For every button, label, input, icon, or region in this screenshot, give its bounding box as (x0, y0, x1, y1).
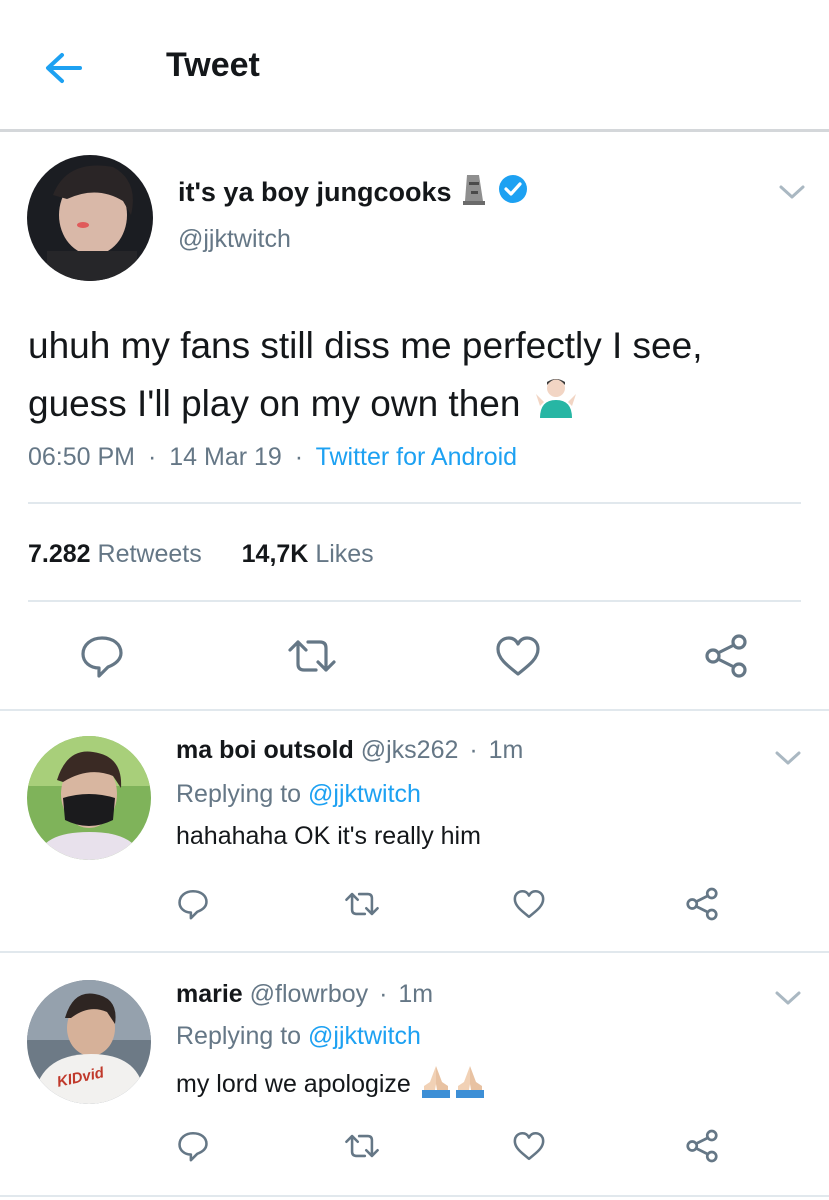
tweet-meta: 06:50 PM · 14 Mar 19 · Twitter for Andro… (28, 443, 517, 472)
reply-button[interactable] (176, 887, 210, 926)
share-icon (686, 1129, 718, 1163)
heart-icon (496, 636, 540, 676)
chevron-down-icon[interactable] (773, 988, 803, 1008)
reply-header: marie @flowrboy · 1m (176, 980, 433, 1009)
avatar[interactable] (27, 155, 153, 281)
avatar[interactable]: KIDvid (27, 980, 151, 1104)
replying-to-prefix: Replying to (176, 780, 302, 808)
retweet-button[interactable] (343, 1129, 381, 1168)
tweet-date: 14 Mar 19 (169, 443, 282, 471)
share-button[interactable] (702, 632, 750, 685)
share-button[interactable] (684, 886, 720, 927)
avatar[interactable] (27, 736, 151, 860)
replying-to: Replying to @jjktwitch (176, 1022, 421, 1051)
retweet-icon (345, 1134, 379, 1158)
chevron-down-icon[interactable] (773, 748, 803, 768)
reply-time: 1m (398, 980, 434, 1008)
tweet-text-line2: guess I'll play on my own then (28, 383, 521, 424)
likes-stat[interactable]: 14,7K Likes (242, 540, 374, 568)
like-button[interactable] (494, 632, 542, 685)
verified-badge-icon (497, 173, 529, 212)
retweets-label: Retweets (97, 540, 202, 568)
reply-button[interactable] (176, 1129, 210, 1168)
main-tweet: it's ya boy jungcooks @jjktwitch uhuh my… (0, 135, 829, 711)
arrow-left-icon (46, 53, 82, 83)
retweet-icon (345, 892, 379, 916)
replying-to: Replying to @jjktwitch (176, 780, 421, 809)
tweet-client-link[interactable]: Twitter for Android (316, 443, 517, 471)
like-button[interactable] (512, 887, 546, 926)
heart-icon (513, 889, 545, 919)
share-button[interactable] (684, 1128, 720, 1169)
tweet-time: 06:50 PM (28, 443, 136, 471)
reply-text: my lord we apologize (176, 1064, 487, 1105)
share-icon (686, 887, 718, 921)
replying-to-link[interactable]: @jjktwitch (308, 1022, 421, 1050)
retweets-stat[interactable]: 7.282 Retweets (28, 540, 202, 568)
reply-text-content: hahahaha OK it's really him (176, 822, 481, 850)
back-button[interactable] (40, 44, 88, 92)
reply-tweet[interactable]: ma boi outsold @jks262 · 1m Replying to … (0, 711, 829, 953)
retweet-icon (288, 640, 336, 672)
reply-button[interactable] (78, 632, 126, 685)
tweet-text-line1: uhuh my fans still diss me perfectly I s… (28, 325, 703, 366)
divider (28, 600, 801, 602)
reply-author-name[interactable]: marie (176, 980, 243, 1008)
reply-text-content: my lord we apologize (176, 1070, 411, 1098)
replying-to-link[interactable]: @jjktwitch (308, 780, 421, 808)
reply-author-handle[interactable]: @flowrboy (250, 980, 368, 1008)
likes-label: Likes (315, 540, 374, 568)
retweets-count: 7.282 (28, 540, 91, 568)
likes-count: 14,7K (241, 540, 309, 568)
separator: · (379, 980, 388, 1008)
reply-time: 1m (488, 736, 524, 764)
retweet-button[interactable] (286, 632, 338, 685)
man-shrugging-emoji (534, 374, 578, 434)
separator: · (294, 443, 304, 471)
page-title: Tweet (166, 46, 260, 84)
reply-icon (81, 636, 123, 678)
author-name-text: it's ya boy jungcooks (178, 177, 452, 207)
separator: · (147, 443, 157, 471)
reply-tweet[interactable]: KIDvid marie @flowrboy · 1m Replying to … (0, 953, 829, 1197)
divider (28, 502, 801, 504)
top-bar: Tweet (0, 0, 829, 132)
reply-text: hahahaha OK it's really him (176, 822, 481, 851)
tweet-text: uhuh my fans still diss me perfectly I s… (28, 318, 788, 434)
author-name[interactable]: it's ya boy jungcooks (178, 173, 529, 212)
chevron-down-icon[interactable] (777, 182, 807, 202)
moai-emoji (461, 173, 487, 212)
reply-author-name[interactable]: ma boi outsold (176, 736, 354, 764)
folded-hands-emoji (419, 1064, 487, 1105)
reply-icon (178, 1131, 208, 1162)
heart-icon (513, 1131, 545, 1161)
share-icon (705, 634, 747, 678)
reply-header: ma boi outsold @jks262 · 1m (176, 736, 523, 765)
like-button[interactable] (512, 1129, 546, 1168)
reply-icon (178, 889, 208, 920)
separator: · (469, 736, 478, 764)
author-handle[interactable]: @jjktwitch (178, 225, 291, 254)
retweet-button[interactable] (343, 887, 381, 926)
replying-to-prefix: Replying to (176, 1022, 302, 1050)
tweet-stats: 7.282 Retweets 14,7K Likes (28, 540, 374, 569)
reply-author-handle[interactable]: @jks262 (361, 736, 459, 764)
